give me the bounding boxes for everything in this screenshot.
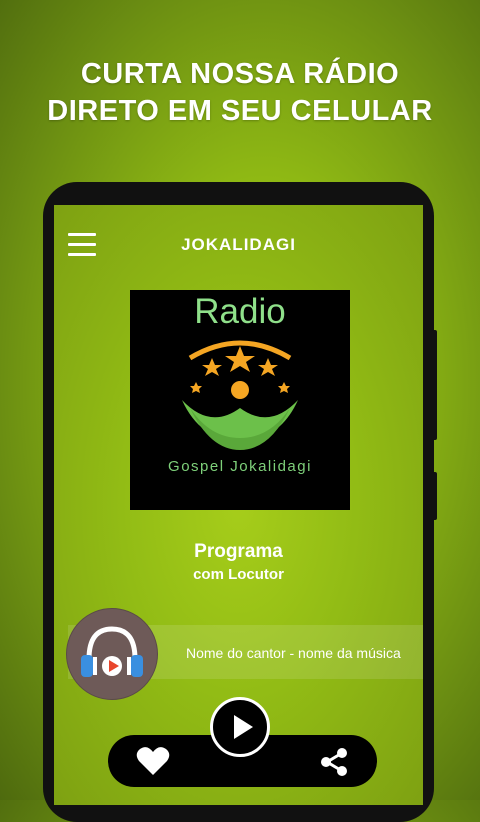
app-screen: JOKALIDAGI Radio Gospel Jokalidagi Progr…	[54, 205, 423, 805]
program-host: com Locutor	[193, 566, 284, 583]
now-playing-text: Nome do cantor - nome da música	[186, 645, 401, 661]
phone-volume-button	[432, 330, 437, 440]
logo-emblem-icon	[182, 340, 298, 450]
share-icon[interactable]	[319, 747, 349, 777]
station-logo: Radio Gospel Jokalidagi	[130, 290, 350, 510]
logo-subtitle-text: Gospel Jokalidagi	[168, 458, 312, 475]
heart-icon[interactable]	[136, 746, 170, 776]
promo-line-2: DIRETO EM SEU CELULAR	[47, 95, 433, 127]
promo-headline: CURTA NOSSA RÁDIO DIRETO EM SEU CELULAR	[0, 56, 480, 130]
play-icon	[234, 715, 253, 739]
app-title: JOKALIDAGI	[181, 235, 296, 254]
program-info: Programa com Locutor	[54, 541, 423, 583]
headphones-play-icon	[66, 608, 158, 700]
play-button[interactable]	[210, 697, 270, 757]
promo-line-1: CURTA NOSSA RÁDIO	[80, 58, 400, 90]
app-bar: JOKALIDAGI	[54, 205, 423, 285]
program-name: Programa	[194, 541, 283, 562]
phone-power-button	[432, 472, 437, 520]
